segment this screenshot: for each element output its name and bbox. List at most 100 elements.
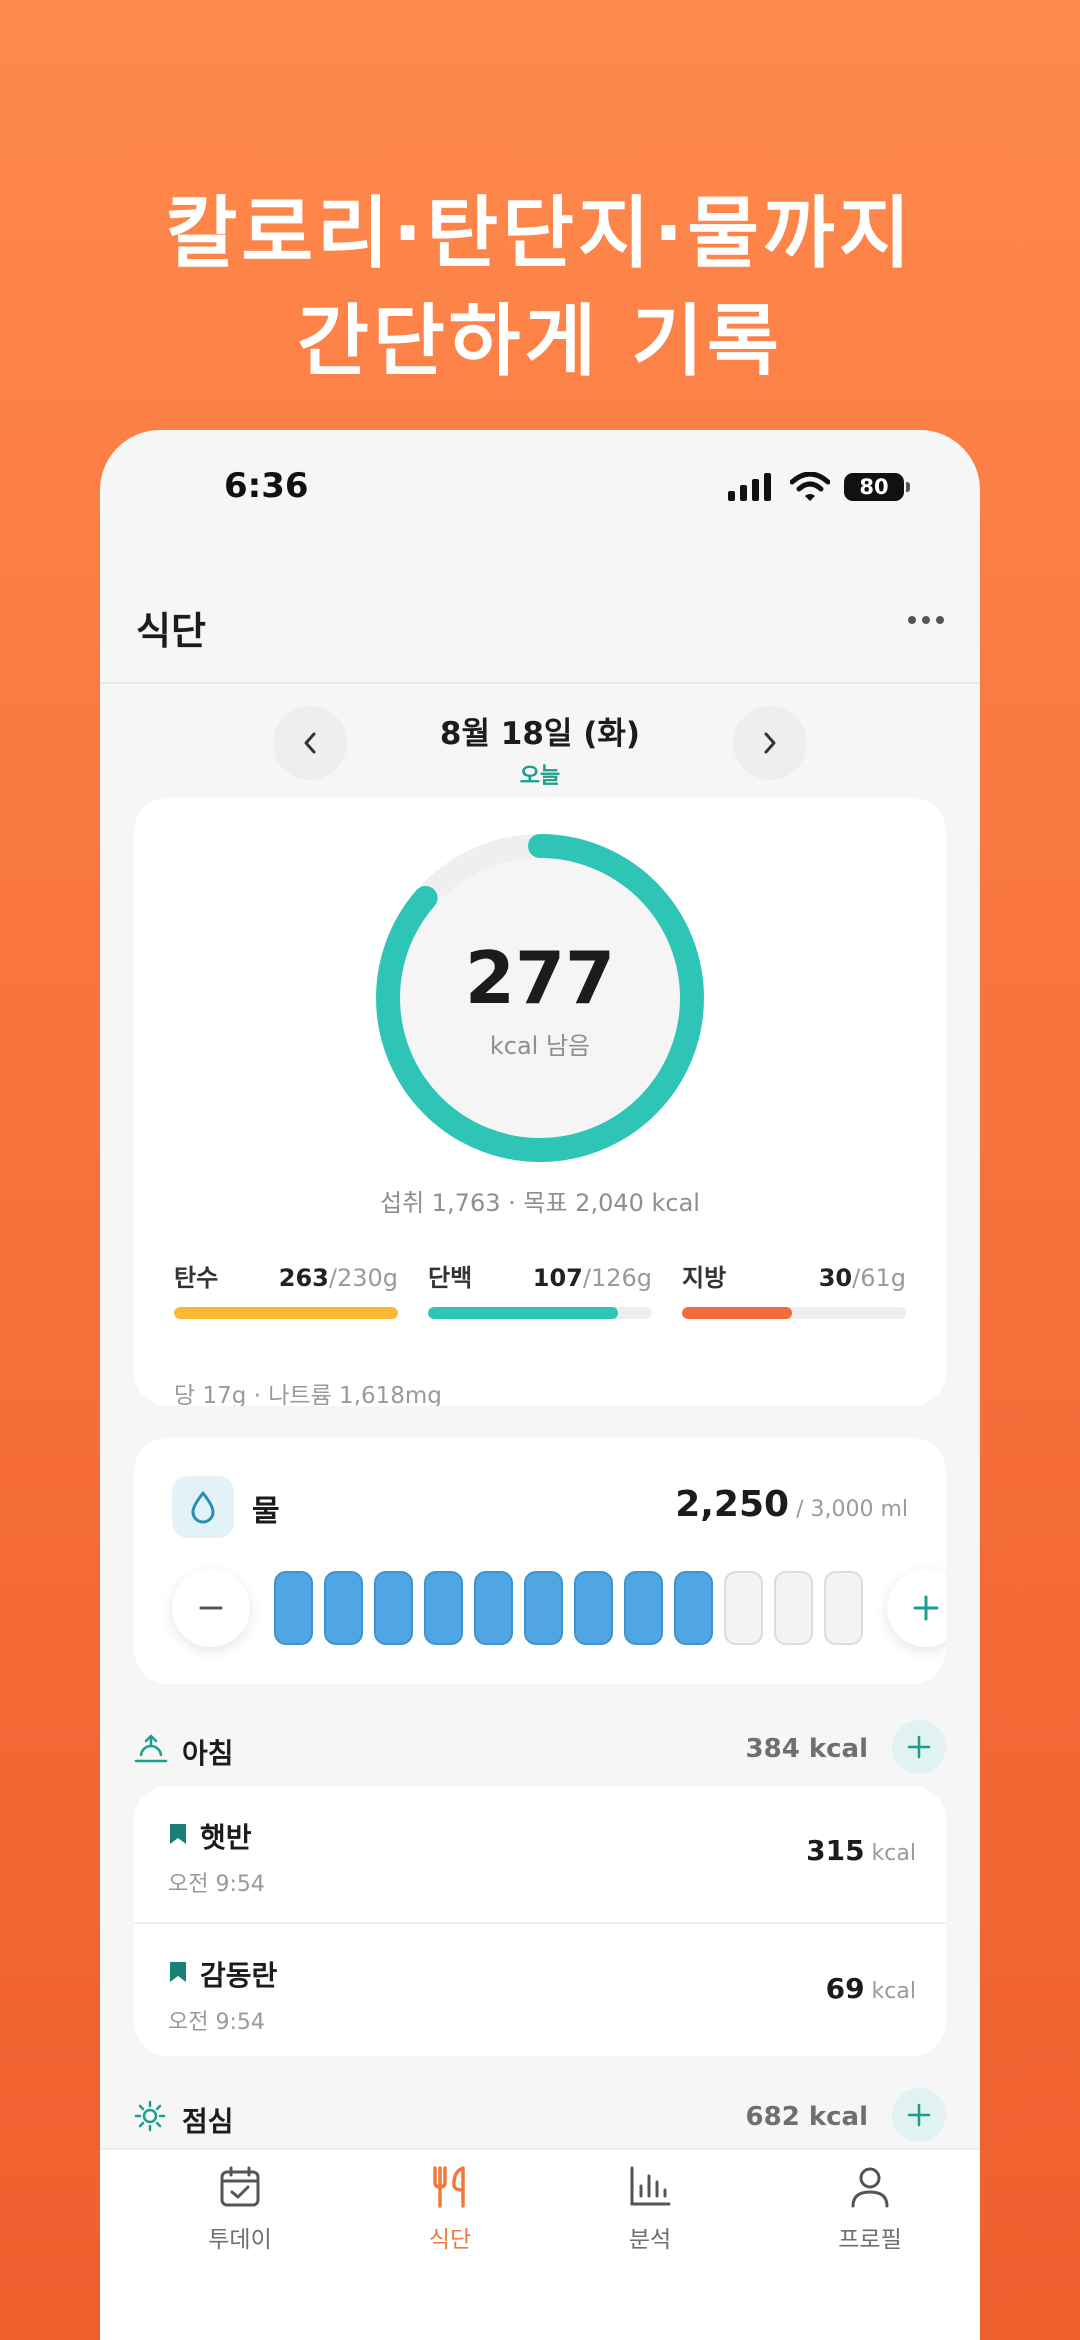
water-cup[interactable] xyxy=(774,1571,813,1645)
lunch-title: 점심 xyxy=(182,2105,234,2138)
sunrise-icon xyxy=(134,1734,168,1763)
macro-list: 탄수 263/230g 단백 107/126g 지방 30/61g xyxy=(174,1258,906,1319)
fork-knife-icon xyxy=(433,2166,465,2208)
plus-icon xyxy=(913,1595,939,1621)
water-goal: / 3,000 ml xyxy=(789,1497,908,1522)
food-kcal: 69 kcal xyxy=(826,1972,916,2005)
food-time: 오전 9:54 xyxy=(168,2010,265,2035)
macro-protein: 단백 107/126g xyxy=(428,1258,652,1319)
signal-icon xyxy=(728,473,771,501)
water-cup[interactable] xyxy=(674,1571,713,1645)
breakfast-kcal: 384 kcal xyxy=(745,1734,868,1764)
add-breakfast-button[interactable] xyxy=(892,1720,946,1774)
plus-icon xyxy=(907,1735,931,1759)
water-amount: 2,250 / 3,000 ml xyxy=(675,1484,908,1525)
tab-label: 분석 xyxy=(628,2227,672,2253)
macro-value: 30 xyxy=(818,1264,853,1292)
macro-target: /61g xyxy=(852,1264,906,1292)
calories-remaining-label: kcal 남음 xyxy=(489,1032,591,1060)
macro-value: 263 xyxy=(278,1264,329,1292)
headline-line-2: 간단하게 기록 xyxy=(297,297,783,387)
food-name: 감동란 xyxy=(200,1959,278,1992)
macro-bar-fill xyxy=(682,1307,792,1319)
more-options-button[interactable] xyxy=(896,600,956,640)
calendar-check-icon xyxy=(220,2166,260,2207)
breakfast-title: 아침 xyxy=(182,1737,234,1770)
next-day-button[interactable] xyxy=(733,706,807,780)
add-lunch-button[interactable] xyxy=(892,2088,946,2142)
breakfast-list: 햇반 오전 9:54 315 kcal 감동란 오전 9:54 69 kcal xyxy=(134,1786,946,2056)
plus-icon xyxy=(907,2103,931,2127)
bar-chart-icon xyxy=(630,2166,671,2206)
water-cup[interactable] xyxy=(374,1571,413,1645)
calorie-ring: 277 kcal 남음 xyxy=(134,798,946,1166)
water-cup[interactable] xyxy=(474,1571,513,1645)
food-kcal: 315 kcal xyxy=(806,1834,916,1867)
chevron-right-icon xyxy=(764,732,776,754)
person-icon xyxy=(851,2167,889,2208)
app-bar: 식단 xyxy=(100,560,980,684)
minus-icon xyxy=(199,1606,223,1610)
water-cup[interactable] xyxy=(424,1571,463,1645)
macro-bar-fill xyxy=(428,1307,619,1319)
status-icons: 80 xyxy=(728,472,910,502)
food-kcal-value: 69 xyxy=(825,1972,865,2005)
status-bar: 6:36 80 xyxy=(100,430,980,560)
water-cup[interactable] xyxy=(824,1571,863,1645)
date-navigator: 8월 18일 (화) 오늘 xyxy=(100,686,980,796)
calories-remaining: 277 xyxy=(464,936,616,1020)
macro-carbs: 탄수 263/230g xyxy=(174,1258,398,1319)
water-tracker xyxy=(172,1568,946,1648)
tab-profile[interactable]: 프로필 xyxy=(780,2164,960,2254)
tab-label: 투데이 xyxy=(208,2227,272,2253)
macro-target: /230g xyxy=(328,1264,398,1292)
macro-fat: 지방 30/61g xyxy=(682,1258,906,1319)
calorie-card: 277 kcal 남음 섭취 1,763 · 목표 2,040 kcal 탄수 … xyxy=(134,798,946,1406)
headline-line-1: 칼로리·탄단지·물까지 xyxy=(165,189,915,279)
water-intake: 2,250 xyxy=(675,1484,790,1525)
current-date[interactable]: 8월 18일 (화) xyxy=(100,708,980,753)
food-kcal-unit: kcal xyxy=(864,1979,916,2004)
bookmark-icon xyxy=(170,1962,186,1982)
tab-label: 식단 xyxy=(428,2227,472,2253)
macro-bar-fill xyxy=(174,1307,398,1319)
more-dot-icon xyxy=(922,616,930,624)
list-item[interactable]: 감동란 오전 9:54 69 kcal xyxy=(134,1922,946,2056)
water-card: 물 2,250 / 3,000 ml xyxy=(134,1438,946,1684)
water-cup[interactable] xyxy=(624,1571,663,1645)
status-time: 6:36 xyxy=(224,466,309,506)
phone-screen: 6:36 80 식단 8월 18일 (화) 오늘 277 kcal 남음 섭취 … xyxy=(100,430,980,2340)
breakfast-header: 아침 384 kcal xyxy=(134,1718,946,1778)
sun-icon xyxy=(134,2100,166,2132)
water-cup[interactable] xyxy=(574,1571,613,1645)
tab-label: 프로필 xyxy=(838,2227,902,2253)
bottom-tab-bar: 투데이 식단 분석 프로필 xyxy=(100,2148,980,2340)
macro-name: 탄수 xyxy=(174,1264,219,1292)
sugar-sodium-info: 당 17g · 나트륨 1,618mg xyxy=(174,1383,442,1406)
tab-diet[interactable]: 식단 xyxy=(360,2164,540,2254)
water-decrease-button[interactable] xyxy=(172,1569,250,1647)
water-cup[interactable] xyxy=(324,1571,363,1645)
wifi-icon xyxy=(790,472,830,501)
tab-today[interactable]: 투데이 xyxy=(150,2164,330,2254)
battery-icon: 80 xyxy=(844,473,910,501)
water-cup[interactable] xyxy=(274,1571,313,1645)
macro-name: 단백 xyxy=(428,1264,473,1292)
water-cup[interactable] xyxy=(724,1571,763,1645)
list-item[interactable]: 햇반 오전 9:54 315 kcal xyxy=(134,1786,946,1920)
page-title: 식단 xyxy=(136,609,206,653)
water-cups xyxy=(274,1571,863,1645)
bookmark-icon xyxy=(170,1824,186,1844)
food-time: 오전 9:54 xyxy=(168,1872,265,1897)
macro-name: 지방 xyxy=(682,1264,727,1292)
food-name: 햇반 xyxy=(200,1821,252,1854)
promo-headline: 칼로리·탄단지·물까지 간단하게 기록 xyxy=(0,180,1080,396)
water-cup[interactable] xyxy=(524,1571,563,1645)
water-increase-button[interactable] xyxy=(887,1569,946,1647)
tab-analysis[interactable]: 분석 xyxy=(560,2164,740,2254)
today-label: 오늘 xyxy=(519,764,561,789)
food-kcal-value: 315 xyxy=(806,1834,865,1867)
lunch-header: 점심 682 kcal xyxy=(134,2086,946,2146)
food-kcal-unit: kcal xyxy=(864,1841,916,1866)
more-dot-icon xyxy=(908,616,916,624)
